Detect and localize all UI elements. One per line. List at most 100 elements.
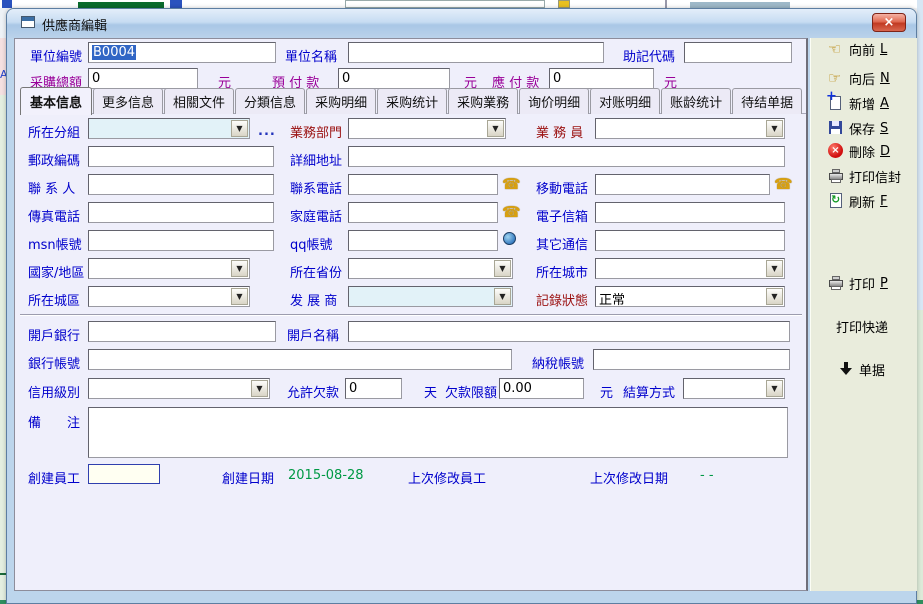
debt-limit-input[interactable]: 0.00	[499, 378, 584, 399]
group-browse-button[interactable]: ...	[258, 124, 276, 139]
fax-input[interactable]	[88, 202, 274, 223]
contact-tel-input[interactable]	[348, 174, 498, 195]
bank-account-input[interactable]	[88, 349, 512, 370]
chevron-down-icon[interactable]: ▼	[766, 288, 783, 305]
debt-days-input[interactable]: 0	[345, 378, 402, 399]
debt-days-unit: 天	[424, 382, 437, 401]
creator-input[interactable]	[88, 464, 160, 484]
tab-pending-documents[interactable]: 待结单据	[732, 88, 802, 114]
record-status-label: 記錄狀態	[536, 290, 588, 309]
sidebar-button-delete[interactable]: × 刪除D	[828, 140, 890, 162]
tab-purchase-business[interactable]: 采购業務	[448, 88, 518, 114]
sidebar-button-print-envelope[interactable]: 打印信封	[828, 165, 901, 187]
debt-limit-unit: 元	[600, 382, 613, 401]
msn-input[interactable]	[88, 230, 274, 251]
chevron-down-icon[interactable]: ▼	[766, 380, 783, 397]
mnemonic-label: 助記代碼	[623, 46, 675, 65]
tax-account-input[interactable]	[593, 349, 790, 370]
dialog-title: 供應商編輯	[42, 15, 107, 34]
sidebar-button-documents[interactable]: 单据	[838, 358, 885, 380]
dept-label: 業務部門	[290, 122, 342, 141]
bank-input[interactable]	[88, 321, 276, 342]
tab-purchase-stats[interactable]: 采购统计	[377, 88, 447, 114]
tab-category-info[interactable]: 分類信息	[235, 88, 305, 114]
modify-date-value: - -	[700, 468, 714, 483]
qq-label: qq帳號	[290, 234, 333, 253]
unit-name-input[interactable]	[348, 42, 604, 63]
postal-input[interactable]	[88, 146, 274, 167]
other-contact-label: 其它通信	[536, 234, 588, 253]
messenger-globe-icon[interactable]	[503, 232, 516, 245]
chevron-down-icon[interactable]: ▼	[766, 120, 783, 137]
tab-aging-stats[interactable]: 账龄统计	[661, 88, 731, 114]
sidebar-button-forward[interactable]: ☜ 向前L	[828, 38, 887, 60]
tab-inquiry-detail[interactable]: 询价明细	[519, 88, 589, 114]
remark-label: 備 注	[28, 412, 80, 431]
sidebar-button-save[interactable]: 保存S	[828, 117, 888, 139]
prepay-input[interactable]: 0	[338, 68, 450, 89]
background-divider	[665, 0, 667, 8]
sidebar-button-print[interactable]: 打印P	[828, 272, 888, 294]
chevron-down-icon[interactable]: ▼	[487, 120, 504, 137]
tab-related-files[interactable]: 相關文件	[164, 88, 234, 114]
chevron-down-icon[interactable]: ▼	[231, 288, 248, 305]
bank-account-label: 銀行帳號	[28, 353, 80, 372]
phone-icon[interactable]: ☎	[502, 203, 521, 221]
refresh-icon: ↻	[828, 193, 844, 209]
hand-left-icon: ☜	[828, 41, 844, 57]
remark-textarea[interactable]	[88, 407, 788, 458]
chevron-down-icon[interactable]: ▼	[251, 380, 268, 397]
other-contact-input[interactable]	[595, 230, 785, 251]
address-input[interactable]	[348, 146, 785, 167]
settlement-combobox[interactable]: ▼	[683, 378, 785, 399]
sidebar-button-print-express[interactable]: 打印快递	[836, 315, 888, 337]
chevron-down-icon[interactable]: ▼	[494, 260, 511, 277]
debt-days-label: 允許欠款	[287, 382, 339, 401]
city-combobox[interactable]: ▼	[595, 258, 785, 279]
province-label: 所在省份	[290, 262, 342, 281]
record-status-combobox[interactable]: 正常▼	[595, 286, 785, 307]
credit-level-combobox[interactable]: ▼	[88, 378, 270, 399]
payable-input[interactable]: 0	[549, 68, 654, 89]
dept-combobox[interactable]: ▼	[348, 118, 506, 139]
tax-account-label: 納稅帳號	[532, 353, 584, 372]
email-input[interactable]	[595, 202, 785, 223]
chevron-down-icon[interactable]: ▼	[766, 260, 783, 277]
dialog-titlebar[interactable]	[7, 9, 916, 38]
country-combobox[interactable]: ▼	[88, 258, 250, 279]
unit-code-label: 單位編號	[30, 46, 82, 65]
chevron-down-icon[interactable]: ▼	[494, 288, 511, 305]
country-label: 國家/地區	[28, 262, 84, 281]
group-combobox[interactable]: ▼	[88, 118, 250, 139]
unit-code-input[interactable]: B0004	[88, 42, 276, 63]
modify-date-label: 上次修改日期	[590, 468, 668, 487]
qq-input[interactable]	[348, 230, 498, 251]
window-icon	[21, 16, 35, 28]
postal-label: 郵政編碼	[28, 150, 80, 169]
tab-more-info[interactable]: 更多信息	[93, 88, 163, 114]
mnemonic-input[interactable]	[684, 42, 792, 63]
close-button[interactable]: ×	[872, 13, 906, 32]
sidebar-button-new[interactable]: + 新增A	[828, 92, 889, 114]
chevron-down-icon[interactable]: ▼	[231, 260, 248, 277]
account-name-input[interactable]	[348, 321, 790, 342]
chevron-down-icon[interactable]: ▼	[231, 120, 248, 137]
purchase-total-input[interactable]: 0	[88, 68, 198, 89]
sidebar-button-refresh[interactable]: ↻ 刷新F	[828, 190, 888, 212]
phone-icon[interactable]: ☎	[502, 175, 521, 193]
contact-input[interactable]	[88, 174, 274, 195]
salesman-combobox[interactable]: ▼	[595, 118, 785, 139]
tab-purchase-detail[interactable]: 采购明细	[306, 88, 376, 114]
district-combobox[interactable]: ▼	[88, 286, 250, 307]
province-combobox[interactable]: ▼	[348, 258, 513, 279]
tab-basic-info[interactable]: 基本信息	[20, 87, 92, 115]
phone-icon[interactable]: ☎	[774, 175, 793, 193]
home-tel-input[interactable]	[348, 202, 498, 223]
mobile-label: 移動電話	[536, 178, 588, 197]
mobile-input[interactable]	[595, 174, 770, 195]
fax-label: 傳真電話	[28, 206, 80, 225]
address-label: 詳細地址	[290, 150, 342, 169]
tab-reconciliation-detail[interactable]: 对账明细	[590, 88, 660, 114]
sidebar-button-backward[interactable]: ☞ 向后N	[828, 67, 890, 89]
developer-combobox[interactable]: ▼	[348, 286, 513, 307]
